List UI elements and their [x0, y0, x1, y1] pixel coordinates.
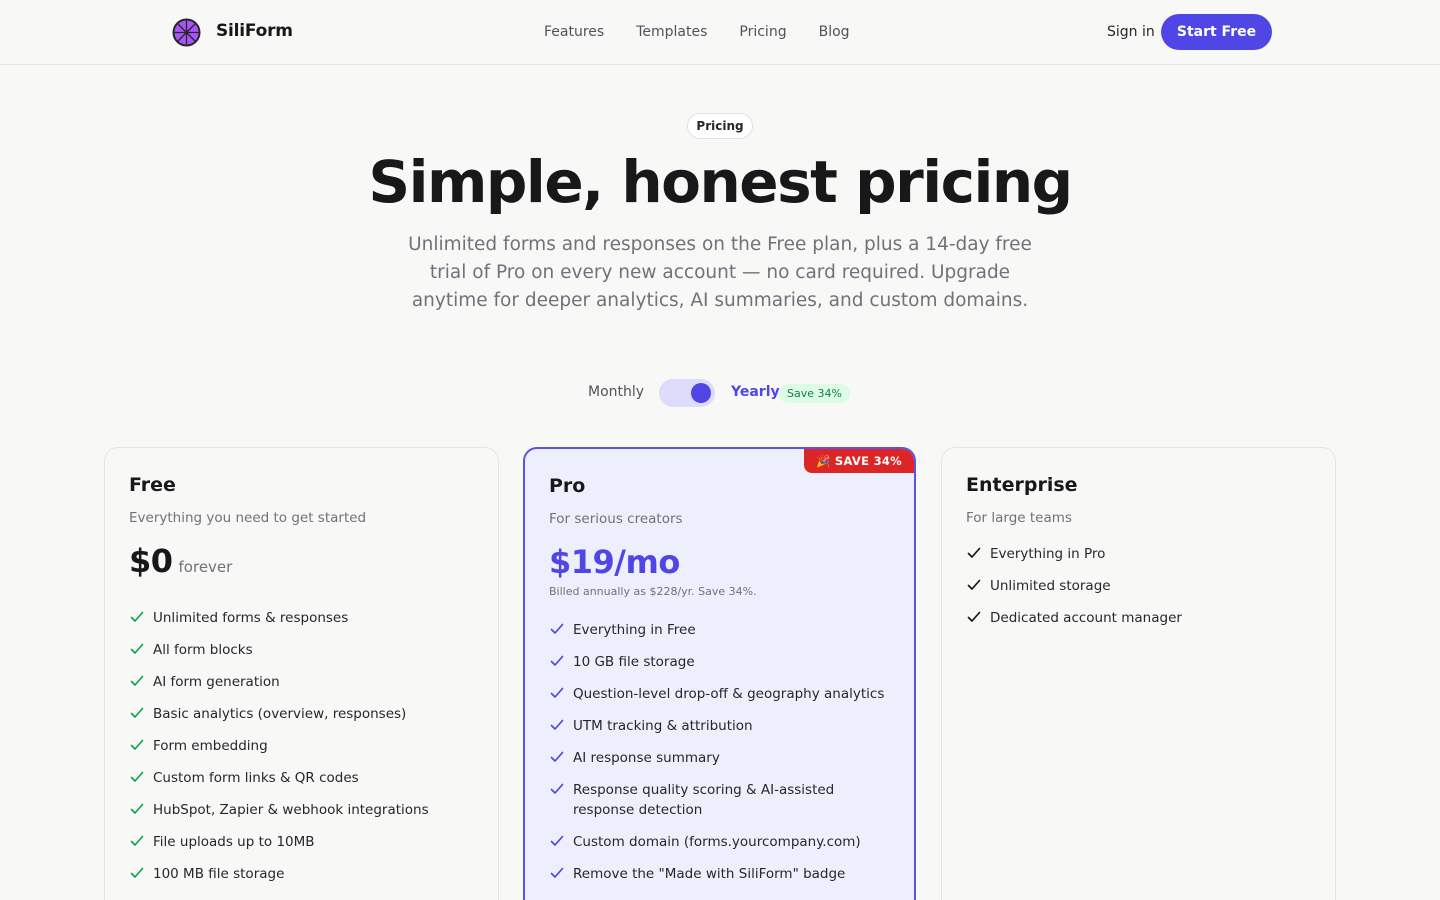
check-icon [130, 835, 144, 846]
price-row: $0 forever [129, 542, 478, 580]
check-icon [550, 783, 564, 794]
feature-text: Basic analytics (overview, responses) [153, 706, 407, 722]
feature-text: AI response summary [573, 750, 720, 766]
feature-text: Everything in Pro [990, 546, 1106, 562]
feature-item: 10 GB file storage [549, 652, 894, 672]
plan-description: Everything you need to get started [129, 510, 367, 526]
feature-item: Unlimited forms & responses [129, 608, 478, 628]
plan-name: Free [129, 474, 176, 496]
page-subtitle: Unlimited forms and responses on the Fre… [408, 234, 1032, 311]
nav-link-blog[interactable]: Blog [819, 24, 850, 40]
feature-item: AI form generation [129, 672, 478, 692]
feature-text: All form blocks [153, 642, 253, 658]
feature-item: File uploads up to 10MB [129, 832, 478, 852]
plan-price: $0 [129, 542, 173, 580]
feature-text: Everything in Free [573, 622, 696, 638]
check-icon [130, 643, 144, 654]
feature-text: Remove the "Made with SiliForm" badge [573, 866, 846, 882]
feature-item: Remove the "Made with SiliForm" badge [549, 864, 894, 884]
feature-item: Form embedding [129, 736, 478, 756]
feature-item: All form blocks [129, 640, 478, 660]
check-icon [130, 803, 144, 814]
feature-text: File uploads up to 10MB [153, 834, 315, 850]
feature-text: 100 MB file storage [153, 866, 285, 882]
billing-monthly-label[interactable]: Monthly [588, 384, 644, 400]
feature-text: Custom form links & QR codes [153, 770, 359, 786]
check-icon [550, 751, 564, 762]
check-icon [130, 739, 144, 750]
check-icon [550, 655, 564, 666]
feature-list: Everything in Free 10 GB file storage Ques… [549, 620, 894, 884]
feature-item: Response quality scoring & AI-assisted r… [549, 780, 894, 820]
top-navbar: SiliForm Features Templates Pricing Blog… [0, 0, 1440, 65]
check-icon [550, 867, 564, 878]
feature-list: Unlimited forms & responses All form bloc… [129, 608, 478, 884]
feature-item: Question-level drop-off & geography anal… [549, 684, 894, 704]
plan-name: Enterprise [966, 474, 1078, 496]
nav-link-features[interactable]: Features [544, 24, 604, 40]
feature-item: Custom domain (forms.yourcompany.com) [549, 832, 894, 852]
feature-text: Custom domain (forms.yourcompany.com) [573, 834, 861, 850]
feature-text: Dedicated account manager [990, 610, 1182, 626]
yearly-savings-badge: Save 34% [779, 384, 850, 403]
siliform-logo-icon[interactable] [172, 18, 201, 47]
check-icon [130, 867, 144, 878]
billing-toggle-row: Monthly Yearly Save 34% [0, 379, 1440, 407]
plan-price: $19/mo [549, 543, 680, 581]
feature-item: Custom form links & QR codes [129, 768, 478, 788]
save-badge: 🎉 SAVE 34% [803, 449, 914, 473]
check-icon [130, 707, 144, 718]
feature-text: AI form generation [153, 674, 280, 690]
plan-card-enterprise: Enterprise For large teams Everything in… [941, 447, 1336, 900]
nav-link-pricing[interactable]: Pricing [739, 24, 786, 40]
feature-item: Everything in Pro [966, 544, 1315, 564]
price-suffix: forever [178, 558, 233, 576]
check-icon [550, 719, 564, 730]
feature-item: 100 MB file storage [129, 864, 478, 884]
check-icon [130, 611, 144, 622]
feature-item: Dedicated account manager [966, 608, 1315, 628]
check-icon [130, 771, 144, 782]
feature-item: AI response summary [549, 748, 894, 768]
billing-note: Billed annually as $228/yr. Save 34%. [549, 585, 757, 598]
check-icon [967, 547, 981, 558]
feature-list: Everything in Pro Unlimited storage Dedica… [966, 544, 1315, 628]
feature-item: HubSpot, Zapier & webhook integrations [129, 800, 478, 820]
feature-text: Response quality scoring & AI-assisted r… [573, 782, 835, 818]
plan-card-pro: 🎉 SAVE 34% Pro For serious creators $19/… [523, 447, 916, 900]
switch-knob [691, 383, 711, 403]
page-title: Simple, honest pricing [368, 148, 1073, 216]
plan-card-free: Free Everything you need to get started … [104, 447, 499, 900]
feature-text: Unlimited forms & responses [153, 610, 349, 626]
primary-nav: Features Templates Pricing Blog [544, 24, 882, 40]
check-icon [967, 611, 981, 622]
feature-text: 10 GB file storage [573, 654, 695, 670]
pricing-eyebrow-badge: Pricing [687, 113, 753, 139]
start-free-button[interactable]: Start Free [1161, 14, 1272, 50]
check-icon [550, 623, 564, 634]
billing-period-switch[interactable] [659, 379, 715, 407]
check-icon [967, 579, 981, 590]
plan-description: For large teams [966, 510, 1072, 526]
feature-item: Unlimited storage [966, 576, 1315, 596]
feature-text: Unlimited storage [990, 578, 1111, 594]
brand-name[interactable]: SiliForm [216, 21, 293, 41]
feature-text: HubSpot, Zapier & webhook integrations [153, 802, 429, 818]
sign-in-link[interactable]: Sign in [1107, 24, 1155, 40]
feature-text: Question-level drop-off & geography anal… [573, 686, 885, 702]
feature-text: UTM tracking & attribution [573, 718, 753, 734]
check-icon [550, 835, 564, 846]
nav-link-templates[interactable]: Templates [636, 24, 707, 40]
plan-description: For serious creators [549, 511, 683, 527]
feature-text: Form embedding [153, 738, 268, 754]
plan-name: Pro [549, 475, 586, 497]
feature-item: UTM tracking & attribution [549, 716, 894, 736]
billing-yearly-label[interactable]: Yearly [731, 384, 780, 400]
check-icon [130, 675, 144, 686]
check-icon [550, 687, 564, 698]
feature-item: Basic analytics (overview, responses) [129, 704, 478, 724]
price-row: $19/mo [549, 543, 894, 581]
feature-item: Everything in Free [549, 620, 894, 640]
